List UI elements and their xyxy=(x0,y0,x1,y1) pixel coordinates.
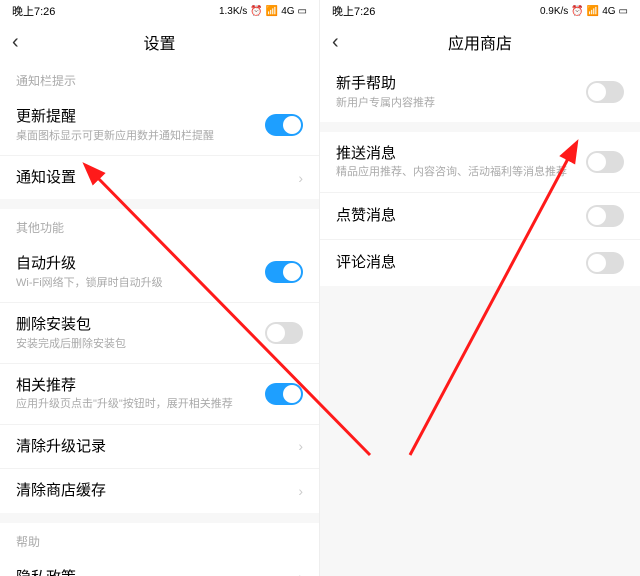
section-gap xyxy=(0,199,319,209)
toggle-comment[interactable] xyxy=(586,252,624,274)
row-label: 通知设置 xyxy=(16,168,290,188)
row-label: 更新提醒 xyxy=(16,107,265,127)
row-label: 清除商店缓存 xyxy=(16,481,290,501)
section-label: 通知栏提示 xyxy=(0,62,319,95)
net-speed: 1.3K/s xyxy=(219,6,247,17)
left-phone: 晚上7:26 1.3K/s ⏰ 📶 4G ▭ ‹ 设置 通知栏提示 更新提醒 桌… xyxy=(0,0,320,576)
signal-label: 4G xyxy=(602,6,615,17)
page-title: 应用商店 xyxy=(448,30,512,54)
row-update-reminder[interactable]: 更新提醒 桌面图标显示可更新应用数并通知栏提醒 xyxy=(0,95,319,156)
row-sub: 应用升级页点击"升级"按钮时，展开相关推荐 xyxy=(16,397,265,411)
status-bar: 晚上7:26 0.9K/s ⏰ 📶 4G ▭ xyxy=(320,0,640,22)
status-time: 晚上7:26 xyxy=(332,3,375,19)
row-label: 推送消息 xyxy=(336,144,586,164)
row-newbie-help[interactable]: 新手帮助 新用户专属内容推荐 xyxy=(320,62,640,122)
row-sub: 安装完成后删除安装包 xyxy=(16,337,265,351)
chevron-right-icon: › xyxy=(298,170,303,186)
row-label: 清除升级记录 xyxy=(16,437,290,457)
row-label: 点赞消息 xyxy=(336,206,586,226)
right-phone: 晚上7:26 0.9K/s ⏰ 📶 4G ▭ ‹ 应用商店 新手帮助 新用户专属… xyxy=(320,0,640,576)
chevron-right-icon: › xyxy=(298,438,303,454)
empty-area xyxy=(320,286,640,576)
signal-icon: 📶 xyxy=(587,6,599,17)
section-label: 帮助 xyxy=(0,523,319,556)
signal-label: 4G xyxy=(281,6,294,17)
alarm-off-icon: ⏰ xyxy=(571,6,583,17)
row-comment-message[interactable]: 评论消息 xyxy=(320,240,640,286)
toggle-like[interactable] xyxy=(586,205,624,227)
row-like-message[interactable]: 点赞消息 xyxy=(320,193,640,240)
row-sub: 新用户专属内容推荐 xyxy=(336,96,586,110)
status-icons: 0.9K/s ⏰ 📶 4G ▭ xyxy=(540,6,628,17)
row-label: 删除安装包 xyxy=(16,315,265,335)
row-notification-settings[interactable]: 通知设置 › xyxy=(0,156,319,200)
row-recommend[interactable]: 相关推荐 应用升级页点击"升级"按钮时，展开相关推荐 xyxy=(0,364,319,425)
section-label: 其他功能 xyxy=(0,209,319,242)
row-label: 评论消息 xyxy=(336,253,586,273)
header: ‹ 设置 xyxy=(0,22,319,62)
row-label: 新手帮助 xyxy=(336,74,586,94)
row-clear-cache[interactable]: 清除商店缓存 › xyxy=(0,469,319,513)
row-push-message[interactable]: 推送消息 精品应用推荐、内容咨询、活动福利等消息推荐 xyxy=(320,132,640,193)
row-clear-upgrade-history[interactable]: 清除升级记录 › xyxy=(0,425,319,470)
chevron-right-icon: › xyxy=(298,569,303,576)
section-gap xyxy=(0,513,319,523)
row-privacy[interactable]: 隐私政策 › xyxy=(0,556,319,576)
back-icon[interactable]: ‹ xyxy=(332,31,356,54)
section-gap xyxy=(320,122,640,132)
back-icon[interactable]: ‹ xyxy=(12,31,36,54)
row-auto-upgrade[interactable]: 自动升级 Wi-Fi网络下，锁屏时自动升级 xyxy=(0,242,319,303)
row-sub: 桌面图标显示可更新应用数并通知栏提醒 xyxy=(16,129,265,143)
signal-icon: 📶 xyxy=(266,6,278,17)
row-label: 隐私政策 xyxy=(16,568,290,576)
status-time: 晚上7:26 xyxy=(12,3,55,19)
toggle-newbie[interactable] xyxy=(586,81,624,103)
header: ‹ 应用商店 xyxy=(320,22,640,62)
toggle-recommend[interactable] xyxy=(265,383,303,405)
row-label: 自动升级 xyxy=(16,254,265,274)
row-sub: 精品应用推荐、内容咨询、活动福利等消息推荐 xyxy=(336,165,586,179)
toggle-delete-apk[interactable] xyxy=(265,322,303,344)
status-icons: 1.3K/s ⏰ 📶 4G ▭ xyxy=(219,6,307,17)
battery-icon: ▭ xyxy=(298,6,307,17)
toggle-push[interactable] xyxy=(586,151,624,173)
chevron-right-icon: › xyxy=(298,483,303,499)
toggle-update-reminder[interactable] xyxy=(265,114,303,136)
page-title: 设置 xyxy=(143,30,175,54)
alarm-off-icon: ⏰ xyxy=(250,6,262,17)
row-label: 相关推荐 xyxy=(16,376,265,396)
net-speed: 0.9K/s xyxy=(540,6,568,17)
status-bar: 晚上7:26 1.3K/s ⏰ 📶 4G ▭ xyxy=(0,0,319,22)
battery-icon: ▭ xyxy=(619,6,628,17)
row-sub: Wi-Fi网络下，锁屏时自动升级 xyxy=(16,276,265,290)
toggle-auto-upgrade[interactable] xyxy=(265,261,303,283)
row-delete-apk[interactable]: 删除安装包 安装完成后删除安装包 xyxy=(0,303,319,364)
